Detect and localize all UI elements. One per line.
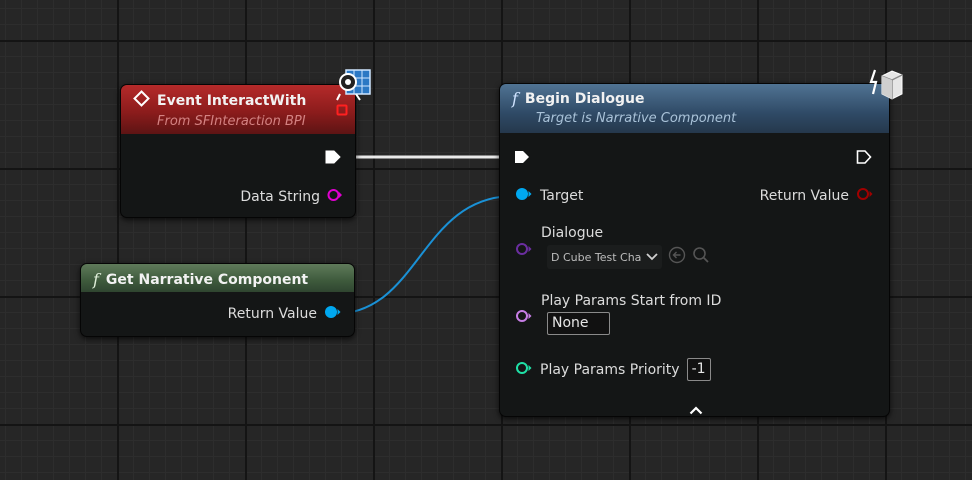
event-node-subtitle: From SFInteraction BPI — [157, 114, 306, 129]
browse-arrow-icon[interactable] — [668, 246, 686, 268]
get-narrative-component-node[interactable]: f Get Narrative Component Return Value — [80, 263, 355, 337]
start-id-field[interactable]: None — [547, 312, 610, 335]
event-node-title: Event InteractWith — [157, 92, 307, 109]
dialogue-controls: D Cube Test Cha — [547, 245, 710, 269]
return-pin-icon[interactable] — [856, 187, 874, 205]
target-pin-row[interactable]: Target — [515, 187, 583, 205]
start-id-pin-row[interactable]: Play Params Start from ID — [515, 293, 721, 309]
object-pin-icon[interactable] — [515, 187, 533, 205]
get-node-header[interactable]: f Get Narrative Component — [81, 264, 354, 292]
dialogue-pin-row[interactable]: Dialogue — [515, 225, 603, 241]
exec-out-pin[interactable] — [856, 149, 872, 169]
get-node-title: Get Narrative Component — [105, 271, 309, 288]
begin-dialogue-node[interactable]: f Begin Dialogue Target is Narrative Com… — [499, 83, 890, 417]
priority-pin-row[interactable]: Play Params Priority -1 — [515, 358, 711, 381]
data-string-pin-row[interactable]: Data String — [240, 188, 343, 206]
interface-gear-icon — [334, 64, 374, 106]
target-label: Target — [540, 188, 584, 204]
begin-node-subtitle: Target is Narrative Component — [536, 111, 737, 126]
get-return-label: Return Value — [227, 306, 317, 322]
chevron-down-icon — [646, 251, 659, 264]
get-return-pin-row[interactable]: Return Value — [228, 305, 342, 323]
begin-return-label: Return Value — [759, 188, 849, 204]
priority-label: Play Params Priority — [540, 361, 680, 378]
function-f-icon: f — [93, 270, 99, 289]
string-pin-icon[interactable] — [327, 188, 343, 206]
diamond-event-icon — [133, 90, 150, 111]
name-pin-icon[interactable] — [515, 308, 533, 327]
exec-in-pin[interactable] — [514, 149, 530, 169]
search-icon[interactable] — [692, 246, 710, 268]
exec-out-pin[interactable] — [325, 149, 341, 169]
dialogue-pin-icon[interactable] — [515, 241, 533, 260]
dialogue-label: Dialogue — [541, 225, 604, 241]
chevron-up-icon[interactable] — [689, 400, 703, 419]
begin-node-header[interactable]: f Begin Dialogue Target is Narrative Com… — [500, 84, 889, 133]
event-interact-with-node[interactable]: Event InteractWith From SFInteraction BP… — [120, 84, 356, 218]
object-pin-icon[interactable] — [324, 305, 342, 323]
cube-icon — [868, 66, 906, 106]
begin-return-pin-row[interactable]: Return Value — [760, 187, 874, 205]
function-f-icon: f — [512, 89, 518, 108]
priority-field[interactable]: -1 — [686, 358, 711, 381]
begin-node-title: Begin Dialogue — [524, 90, 645, 107]
int-pin-icon[interactable] — [515, 361, 533, 379]
target-wire[interactable] — [333, 195, 515, 315]
data-string-label: Data String — [240, 189, 320, 205]
dialogue-dropdown-value: D Cube Test Cha — [551, 250, 642, 264]
dialogue-dropdown[interactable]: D Cube Test Cha — [547, 245, 663, 269]
start-id-label: Play Params Start from ID — [541, 293, 722, 309]
event-node-header[interactable]: Event InteractWith From SFInteraction BP… — [121, 85, 355, 134]
